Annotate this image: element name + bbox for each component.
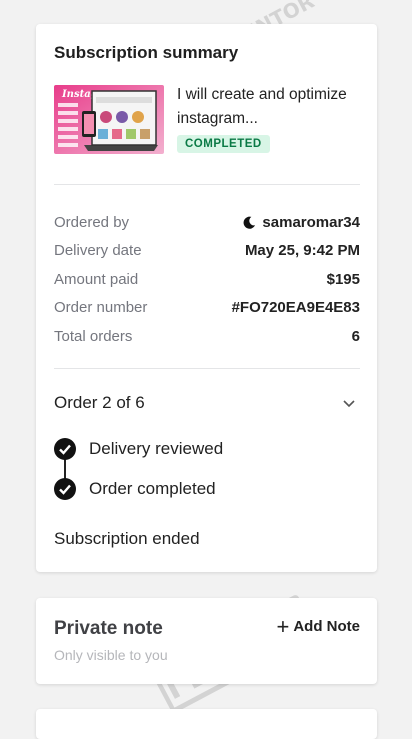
detail-label: Ordered by bbox=[54, 213, 130, 231]
detail-value[interactable]: samaromar34 bbox=[243, 214, 360, 231]
detail-row-delivery-date: Delivery date May 25, 9:42 PM bbox=[54, 237, 360, 266]
add-note-label: Add Note bbox=[293, 618, 360, 635]
detail-label: Amount paid bbox=[54, 270, 139, 288]
moon-icon bbox=[244, 216, 256, 229]
step-label: Delivery reviewed bbox=[89, 439, 224, 458]
detail-label: Order number bbox=[54, 299, 148, 317]
detail-row-ordered-by: Ordered by samaromar34 bbox=[54, 208, 360, 237]
detail-row-order-number: Order number #FO720EA9E4E83 bbox=[54, 294, 360, 323]
detail-value: 6 bbox=[351, 327, 360, 345]
detail-row-amount-paid: Amount paid $195 bbox=[54, 265, 360, 294]
order-progress-label: Order 2 of 6 bbox=[54, 393, 145, 412]
private-note-card: Private note Only visible to you + Add N… bbox=[36, 598, 377, 684]
private-note-subtitle: Only visible to you bbox=[54, 647, 168, 663]
order-details: Ordered by samaromar34 Delivery date May… bbox=[54, 208, 360, 351]
status-badge: COMPLETED bbox=[177, 135, 270, 153]
detail-label: Total orders bbox=[54, 327, 133, 345]
card-title: Subscription summary bbox=[54, 43, 239, 62]
check-circle-icon bbox=[54, 478, 76, 500]
timeline-connector bbox=[64, 458, 66, 480]
detail-value: #FO720EA9E4E83 bbox=[231, 299, 360, 317]
add-note-button[interactable]: + Add Note bbox=[276, 613, 360, 639]
divider bbox=[54, 368, 360, 369]
subscription-status: Subscription ended bbox=[54, 529, 200, 548]
gig-title[interactable]: I will create and optimize instagram... bbox=[177, 83, 367, 131]
detail-value: May 25, 9:42 PM bbox=[244, 242, 360, 260]
detail-row-total-orders: Total orders 6 bbox=[54, 322, 360, 351]
detail-label: Delivery date bbox=[54, 242, 142, 260]
subscription-summary-card: Subscription summary Instagram I will cr… bbox=[36, 24, 377, 572]
gig-thumbnail[interactable]: Instagram bbox=[54, 85, 164, 154]
check-circle-icon bbox=[54, 438, 76, 460]
private-note-title: Private note bbox=[54, 618, 163, 639]
timeline-step: Delivery reviewed bbox=[54, 438, 223, 460]
divider bbox=[54, 184, 360, 185]
chevron-down-icon bbox=[343, 400, 355, 408]
ordered-by-username[interactable]: samaromar34 bbox=[262, 214, 360, 231]
detail-value: $195 bbox=[326, 270, 360, 288]
next-card bbox=[36, 709, 377, 739]
timeline-step: Order completed bbox=[54, 478, 216, 500]
plus-icon: + bbox=[276, 613, 290, 639]
step-label: Order completed bbox=[89, 479, 216, 498]
order-progress-toggle[interactable]: Order 2 of 6 bbox=[54, 393, 360, 413]
